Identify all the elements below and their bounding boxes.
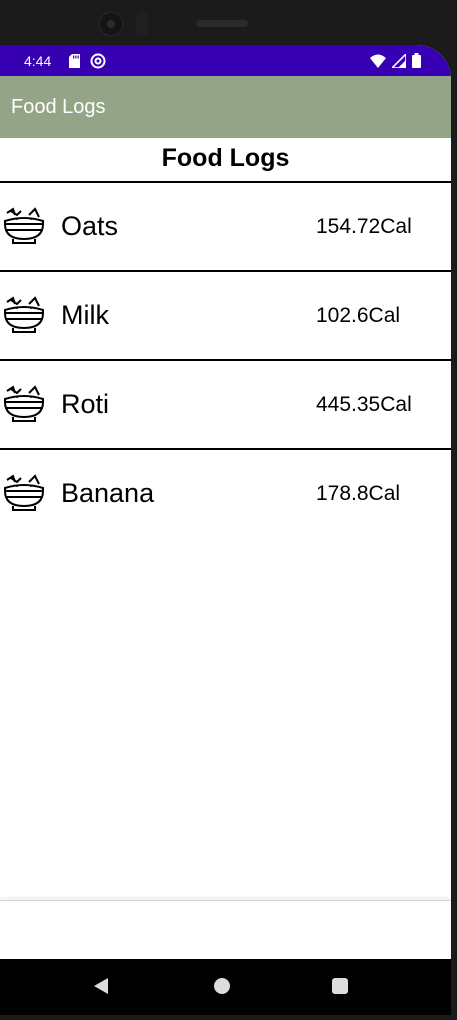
wifi-icon xyxy=(370,54,386,71)
food-log-item[interactable]: Oats 154.72Cal xyxy=(0,183,451,272)
food-bowl-icon xyxy=(3,296,45,336)
bottom-bar xyxy=(0,900,451,959)
at-sign-icon xyxy=(90,53,106,72)
status-right-icons xyxy=(370,51,421,71)
screen: 4:44 Food Logs Food Logs Oats 154.72Cal … xyxy=(0,45,451,959)
status-bar: 4:44 xyxy=(0,45,451,76)
proximity-sensor xyxy=(136,12,148,36)
front-camera xyxy=(98,11,124,37)
food-log-item[interactable]: Banana 178.8Cal xyxy=(0,450,451,539)
food-calories: 102.6Cal xyxy=(316,304,401,327)
system-nav-bar xyxy=(0,959,451,1015)
home-icon[interactable] xyxy=(214,978,230,994)
signal-icon xyxy=(390,51,407,71)
food-bowl-icon xyxy=(3,474,45,514)
battery-icon xyxy=(412,53,421,71)
recents-icon[interactable] xyxy=(332,978,348,994)
app-bar: Food Logs xyxy=(0,76,451,138)
food-bowl-icon xyxy=(3,207,45,247)
earpiece-speaker xyxy=(196,20,248,27)
status-time: 4:44 xyxy=(24,53,52,69)
food-name: Banana xyxy=(61,478,155,508)
back-icon[interactable] xyxy=(92,977,110,1000)
status-left-icons xyxy=(69,53,106,72)
food-calories: 154.72Cal xyxy=(316,215,412,238)
food-calories: 178.8Cal xyxy=(316,482,401,505)
food-name: Milk xyxy=(61,300,109,330)
food-log-list: Oats 154.72Cal Milk 102.6Cal Roti 445.35… xyxy=(0,183,451,539)
food-calories: 445.35Cal xyxy=(316,393,412,416)
device-frame: 4:44 Food Logs Food Logs Oats 154.72Cal … xyxy=(0,0,457,1020)
food-log-item[interactable]: Milk 102.6Cal xyxy=(0,272,451,361)
food-bowl-icon xyxy=(3,385,45,425)
sd-card-icon xyxy=(69,54,80,71)
food-name: Roti xyxy=(61,389,110,419)
app-title: Food Logs xyxy=(11,96,106,118)
food-name: Oats xyxy=(61,211,119,241)
list-header: Food Logs xyxy=(0,138,451,183)
food-log-item[interactable]: Roti 445.35Cal xyxy=(0,361,451,450)
